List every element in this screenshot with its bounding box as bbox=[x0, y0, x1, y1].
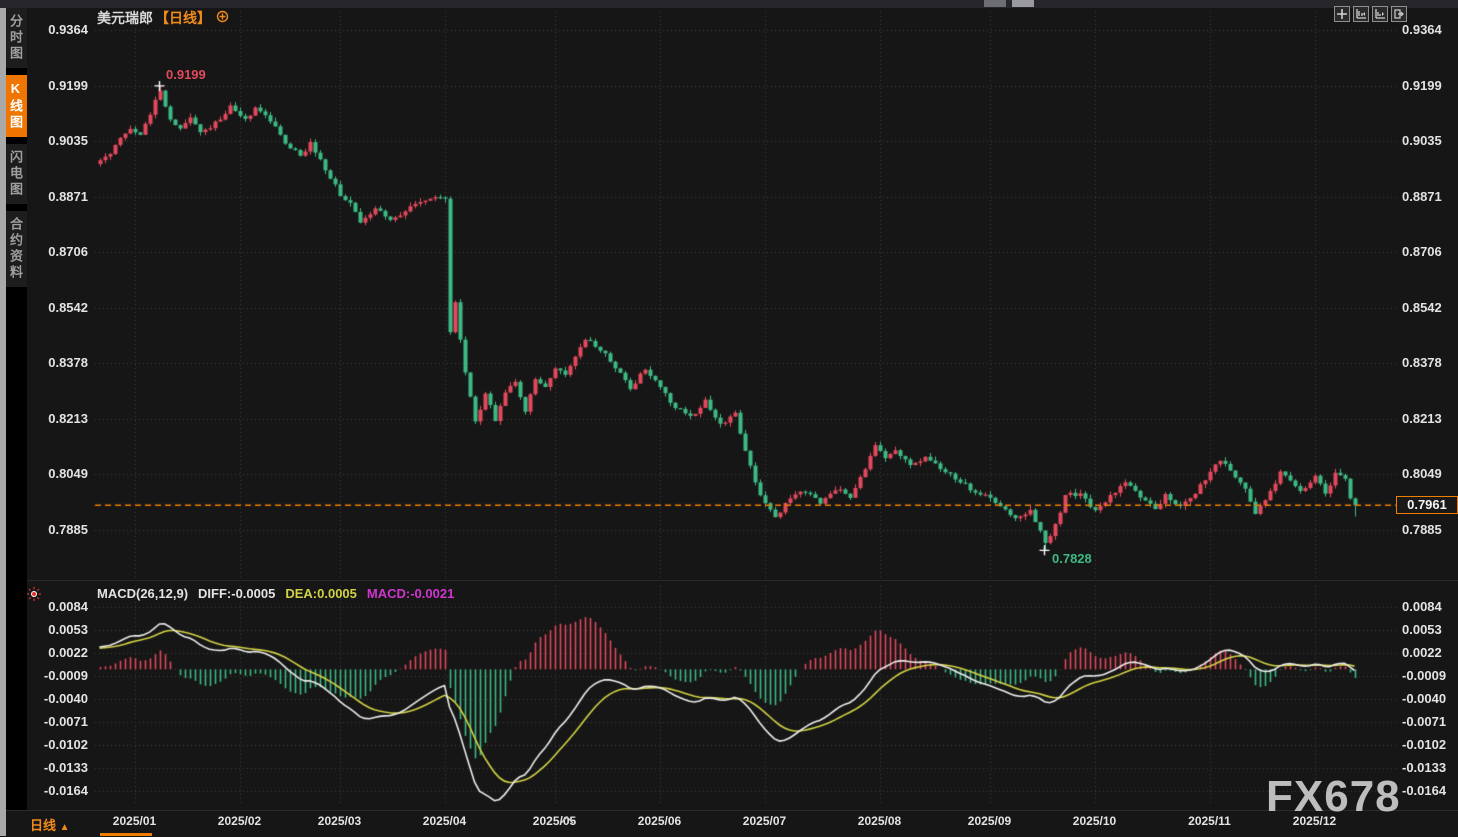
chart-settings-icon[interactable] bbox=[216, 10, 229, 26]
price-axis-label-right: 0.9364 bbox=[1402, 22, 1442, 37]
high-price-annotation: 0.9199 bbox=[166, 67, 206, 82]
macd-diff-value: DIFF:-0.0005 bbox=[198, 586, 276, 601]
macd-axis-label-right: 0.0022 bbox=[1402, 645, 1442, 660]
macd-axis-label-right: -0.0102 bbox=[1402, 737, 1447, 752]
time-axis-label: 2025/01 bbox=[112, 814, 157, 828]
price-axis-label-left: 0.9035 bbox=[48, 133, 88, 149]
price-axis-label-right: 0.8706 bbox=[1402, 244, 1442, 260]
macd-axis-label-left: 0.0053 bbox=[48, 622, 88, 637]
price-axis-label-left: 0.8049 bbox=[48, 466, 88, 482]
fx678-watermark: FX678 bbox=[1266, 772, 1401, 821]
axis-zoom-right-icon[interactable] bbox=[1372, 6, 1388, 22]
price-axis-label-right: 0.9199 bbox=[1402, 77, 1442, 93]
macd-title: MACD(26,12,9) bbox=[97, 586, 189, 601]
macd-axis-label-left: -0.0164 bbox=[43, 783, 88, 798]
pan-right-icon[interactable] bbox=[1391, 6, 1407, 22]
pane-divider[interactable] bbox=[25, 580, 1458, 581]
candlestick-chart-canvas[interactable] bbox=[0, 0, 1458, 836]
macd-axis-label-left: -0.0009 bbox=[43, 668, 88, 683]
price-axis-label-left: 0.8542 bbox=[48, 299, 88, 315]
price-axis-label-left: 0.8378 bbox=[48, 355, 88, 371]
time-axis-label: 2025/09 bbox=[967, 814, 1012, 828]
trading-app: { "sidebar": { "items": [ {"label": "分时图… bbox=[0, 0, 1458, 837]
period-tab-daily[interactable]: 日线 ▲ bbox=[30, 815, 70, 834]
sidebar-item-kline-chart[interactable]: K线图 bbox=[6, 75, 27, 137]
price-axis-label-left: 0.7885 bbox=[48, 522, 88, 538]
macd-axis-label-right: -0.0164 bbox=[1402, 783, 1447, 798]
price-axis-label-right: 0.7885 bbox=[1402, 522, 1442, 538]
indicator-alert-icon[interactable] bbox=[26, 586, 42, 607]
collapse-chevron-icon[interactable] bbox=[560, 811, 574, 829]
time-axis-label: 2025/11 bbox=[1188, 814, 1231, 828]
time-axis-label: 2025/08 bbox=[857, 814, 902, 828]
last-price-badge: 0.7961 bbox=[1396, 496, 1458, 514]
sidebar-item-timeshare-chart[interactable]: 分时图 bbox=[6, 8, 27, 68]
period-tag: 【日线】 bbox=[155, 10, 211, 26]
price-axis-label-right: 0.8542 bbox=[1402, 299, 1442, 315]
macd-axis-label-left: -0.0102 bbox=[43, 737, 88, 752]
price-axis-label-right: 0.8049 bbox=[1402, 466, 1442, 482]
sidebar-item-lightning-chart[interactable]: 闪电图 bbox=[6, 144, 27, 204]
macd-axis-label-right: -0.0133 bbox=[1402, 760, 1447, 775]
price-axis-label-right: 0.8213 bbox=[1402, 410, 1442, 426]
low-price-annotation: 0.7828 bbox=[1052, 551, 1092, 566]
price-axis-label-left: 0.9199 bbox=[48, 77, 88, 93]
top-strip-tab-ghost-1 bbox=[984, 0, 1006, 7]
axis-zoom-left-icon[interactable] bbox=[1353, 6, 1369, 22]
macd-axis-label-right: -0.0009 bbox=[1402, 668, 1447, 683]
price-axis-label-left: 0.9364 bbox=[48, 22, 88, 37]
macd-axis-label-left: 0.0022 bbox=[48, 645, 88, 660]
macd-axis-label-right: 0.0084 bbox=[1402, 599, 1442, 614]
macd-header: MACD(26,12,9) DIFF:-0.0005 DEA:0.0005 MA… bbox=[97, 586, 454, 601]
chart-title: 美元瑞郎 【日线】 bbox=[97, 8, 229, 28]
macd-value: MACD:-0.0021 bbox=[366, 586, 455, 601]
top-strip bbox=[0, 0, 1458, 8]
macd-axis-label-left: -0.0133 bbox=[43, 760, 88, 775]
sidebar: 分时图 K线图 闪电图 合约资料 bbox=[6, 8, 27, 836]
time-axis-label: 2025/04 bbox=[422, 814, 467, 828]
crosshair-icon[interactable] bbox=[1334, 6, 1350, 22]
time-axis-label: 2025/06 bbox=[637, 814, 682, 828]
time-axis-label: 2025/05 bbox=[532, 814, 577, 828]
price-axis-label-left: 0.8213 bbox=[48, 410, 88, 426]
macd-dea-value: DEA:0.0005 bbox=[285, 586, 357, 601]
period-tab-label: 日线 bbox=[30, 818, 57, 833]
price-axis-label-right: 0.9035 bbox=[1402, 133, 1442, 149]
price-axis-label-right: 0.8871 bbox=[1402, 188, 1442, 204]
macd-axis-label-right: 0.0053 bbox=[1402, 622, 1442, 637]
sidebar-item-contract-info[interactable]: 合约资料 bbox=[6, 211, 27, 287]
chart-toolbar bbox=[1334, 6, 1407, 22]
macd-axis-label-right: -0.0071 bbox=[1402, 714, 1447, 729]
macd-axis-label-left: -0.0071 bbox=[43, 714, 88, 729]
price-axis-label-right: 0.8378 bbox=[1402, 355, 1442, 371]
time-axis-label: 2025/02 bbox=[217, 814, 262, 828]
top-strip-tab-ghost-2 bbox=[1012, 0, 1034, 7]
symbol-name: 美元瑞郎 bbox=[97, 10, 153, 26]
price-axis-label-left: 0.8706 bbox=[48, 244, 88, 260]
macd-axis-label-left: -0.0040 bbox=[43, 691, 88, 706]
time-axis-label: 2025/07 bbox=[742, 814, 787, 828]
price-axis-label-left: 0.8871 bbox=[48, 188, 88, 204]
time-axis-label: 2025/03 bbox=[317, 814, 362, 828]
time-axis-label: 2025/10 bbox=[1072, 814, 1117, 828]
macd-axis-label-right: -0.0040 bbox=[1402, 691, 1447, 706]
caret-up-icon: ▲ bbox=[59, 822, 70, 833]
